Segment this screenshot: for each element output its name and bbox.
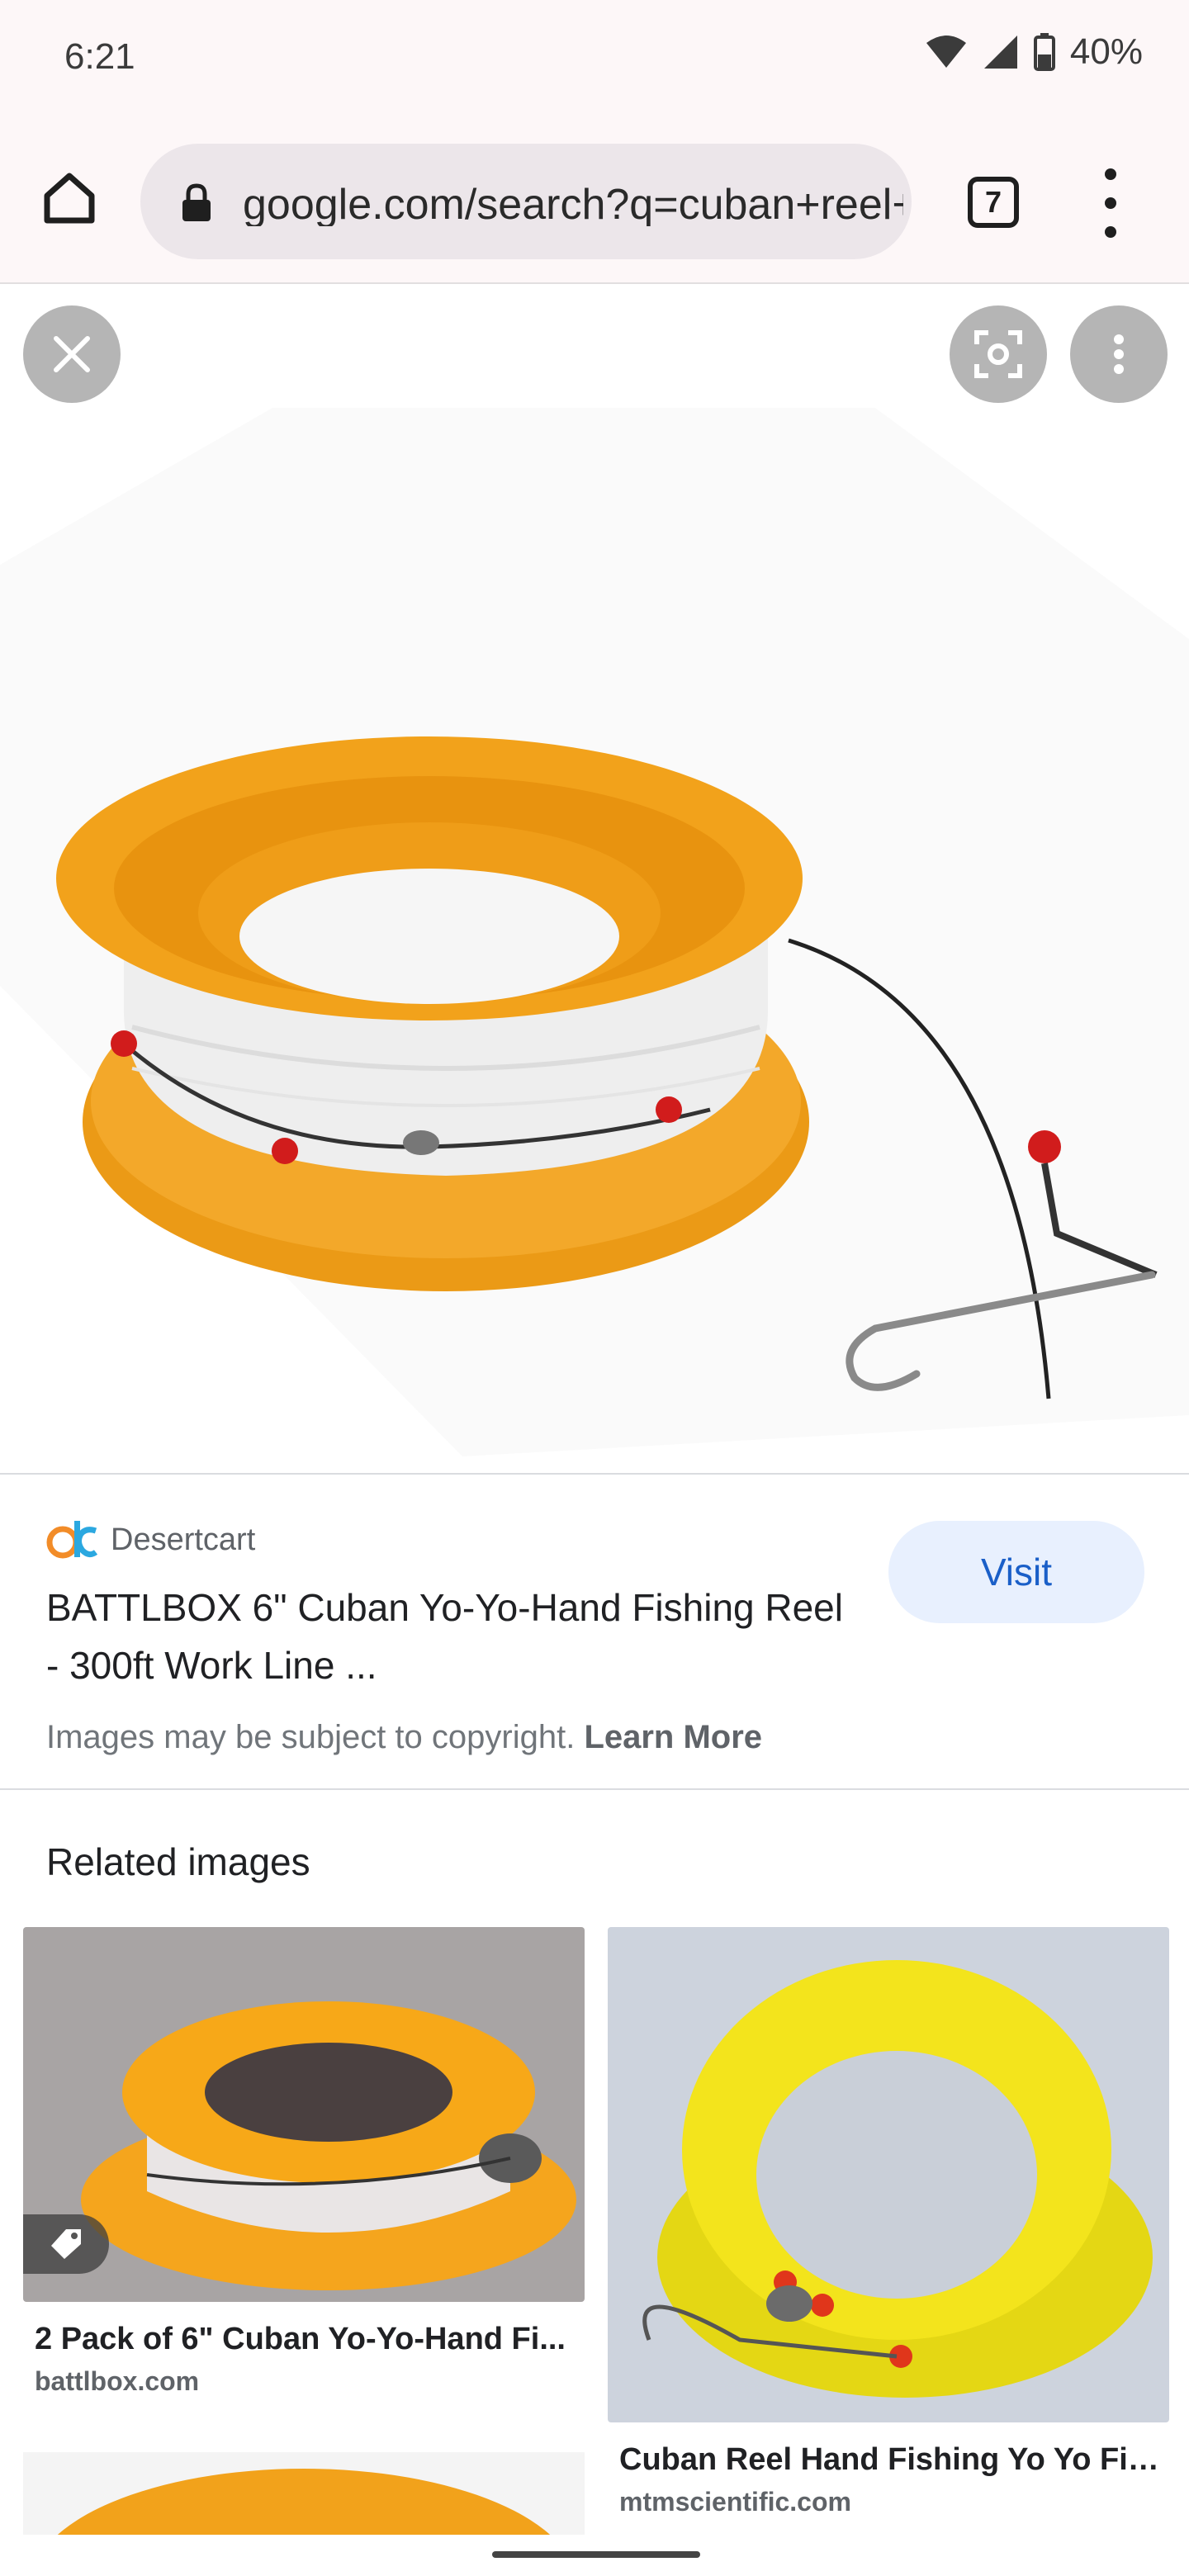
browser-toolbar: google.com/search?q=cuban+reel+hand+fish… [0,132,1189,284]
related-title: Cuban Reel Hand Fishing Yo Yo Fis... [619,2442,1164,2477]
related-images-heading: Related images [46,1840,310,1883]
more-vert-icon [1114,329,1124,379]
tab-switcher-button[interactable]: 7 [968,177,1019,228]
address-bar[interactable]: google.com/search?q=cuban+reel+hand+fish… [140,144,912,259]
lock-icon [182,183,211,221]
tag-icon [51,2229,81,2259]
overflow-menu-button[interactable] [1090,168,1131,238]
close-icon [54,336,90,372]
image-viewer [0,284,1189,1473]
battery-percent: 40% [1069,31,1143,72]
viewer-divider [0,1473,1189,1475]
related-image-card[interactable]: Cuban Reel Hand Fishing Yo Yo Fis... mtm… [608,1927,1169,2535]
home-button[interactable] [36,165,102,231]
source-row[interactable]: Desertcart [46,1519,255,1560]
related-domain: mtmscientific.com [619,2487,851,2517]
visit-button[interactable]: Visit [888,1521,1144,1623]
status-bar: 6:21 40% [0,0,1189,132]
cell-signal-icon [983,36,1017,69]
status-time: 6:21 [64,36,135,77]
copyright-text: Images may be subject to copyright. [46,1719,576,1755]
related-image-thumb[interactable] [23,1927,585,2302]
related-title: 2 Pack of 6" Cuban Yo-Yo-Hand Fi... [35,2322,566,2356]
related-image-thumb[interactable] [608,1927,1169,2422]
lens-search-button[interactable] [950,305,1047,403]
source-name: Desertcart [111,1522,256,1557]
home-icon [44,173,95,224]
result-title[interactable]: BATTLBOX 6" Cuban Yo-Yo-Hand Fishing Ree… [46,1579,855,1694]
learn-more-link[interactable]: Learn More [584,1719,762,1755]
lens-icon [974,330,1022,378]
related-image-3 [23,2452,585,2535]
battery-icon [1033,33,1055,71]
image-more-button[interactable] [1070,305,1168,403]
desertcart-logo [46,1521,98,1559]
shopping-tag-badge [23,2214,109,2274]
related-image-card[interactable]: 2 Pack of 6" Cuban Yo-Yo-Hand Fi... batt… [23,1927,585,2406]
status-icons: 40% [925,31,1143,73]
url-text: google.com/search?q=cuban+reel+hand+fish… [243,181,903,226]
result-divider [0,1788,1189,1790]
related-image-2 [608,1927,1169,2422]
main-image[interactable] [0,284,1189,1473]
close-viewer-button[interactable] [23,305,121,403]
copyright-notice: Images may be subject to copyright. Lear… [46,1719,762,1756]
related-domain: battlbox.com [35,2366,200,2396]
wifi-icon [926,36,966,68]
overflow-menu-icon [1105,168,1116,180]
gesture-bar[interactable] [492,2551,700,2558]
related-image-card[interactable] [23,2452,585,2535]
